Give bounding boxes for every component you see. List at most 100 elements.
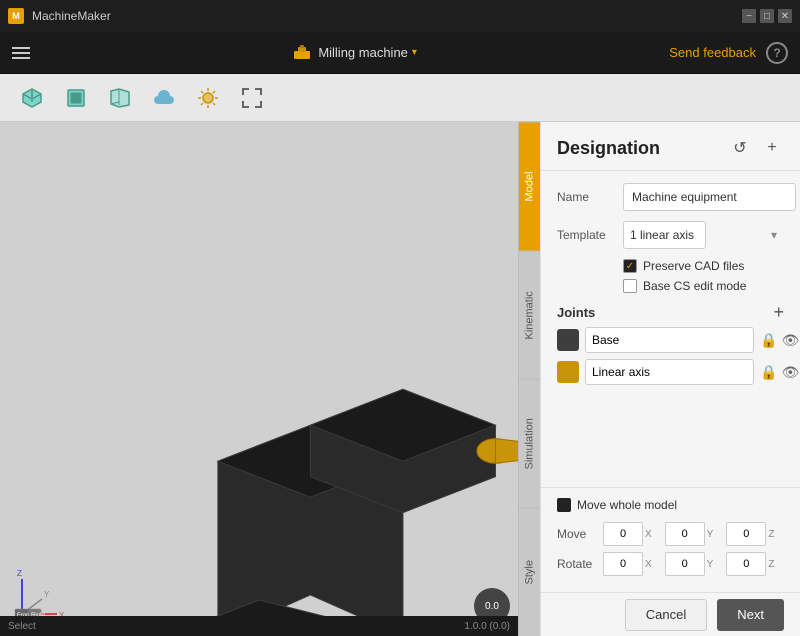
expand-button[interactable]	[236, 82, 268, 114]
axes-icon: Z X Y Front Right	[12, 564, 72, 624]
cube-front-icon	[64, 86, 88, 110]
panel-content: Name Template 1 linear axis 2 linear axe…	[541, 171, 800, 487]
rotate-z-input[interactable]	[726, 552, 766, 576]
move-whole-model-row: Move whole model	[557, 498, 784, 512]
view-front-button[interactable]	[60, 82, 92, 114]
refresh-button[interactable]: ↺	[728, 136, 752, 160]
joints-label: Joints	[557, 305, 595, 320]
rotate-y-group: Y	[665, 552, 723, 576]
move-y-group: Y	[665, 522, 723, 546]
header-right: Send feedback ?	[669, 42, 788, 64]
next-button[interactable]: Next	[717, 599, 784, 631]
move-whole-model-icon	[557, 498, 571, 512]
name-input[interactable]	[623, 183, 796, 211]
dropdown-arrow-icon: ▾	[412, 47, 417, 58]
close-button[interactable]: ✕	[778, 9, 792, 23]
joint-linear-input[interactable]	[585, 359, 754, 385]
maximize-button[interactable]: □	[760, 9, 774, 23]
panel-add-button[interactable]: +	[760, 136, 784, 160]
tab-model[interactable]: Model	[519, 122, 540, 251]
tab-style[interactable]: Style	[519, 508, 540, 636]
joint-linear-item: 🔒 👁 −	[557, 359, 784, 385]
cancel-button[interactable]: Cancel	[625, 599, 707, 631]
cloud-icon	[152, 86, 176, 110]
joint-base-item: 🔒 👁	[557, 327, 784, 353]
base-cs-label: Base CS edit mode	[643, 279, 746, 293]
help-button[interactable]: ?	[766, 42, 788, 64]
joint-base-eye-icon[interactable]: 👁	[781, 332, 799, 349]
move-x-label: X	[645, 529, 655, 540]
machine-3d-view	[0, 122, 518, 636]
template-label: Template	[557, 228, 615, 242]
preserve-cad-row: Preserve CAD files	[623, 259, 784, 273]
expand-icon	[240, 86, 264, 110]
rotate-x-group: X	[603, 552, 661, 576]
joint-linear-lock-icon[interactable]: 🔒	[760, 364, 777, 381]
rotate-y-label: Y	[707, 559, 717, 570]
tab-kinematic[interactable]: Kinematic	[519, 251, 540, 380]
header-center: Milling machine ▾	[292, 43, 417, 63]
template-select[interactable]: 1 linear axis 2 linear axes 3 linear axe…	[623, 221, 706, 249]
sun-icon	[196, 86, 220, 110]
move-transform-row: Move X Y Z	[557, 522, 784, 546]
cloud-button[interactable]	[148, 82, 180, 114]
machine-selector[interactable]: Milling machine ▾	[318, 45, 417, 60]
app-name: MachineMaker	[32, 9, 111, 23]
rotate-z-label: Z	[768, 559, 778, 570]
preserve-cad-checkbox[interactable]	[623, 259, 637, 273]
move-label: Move	[557, 527, 599, 541]
base-cs-checkbox[interactable]	[623, 279, 637, 293]
rotate-label: Rotate	[557, 557, 599, 571]
rotate-x-label: X	[645, 559, 655, 570]
move-z-label: Z	[768, 529, 778, 540]
view-iso-button[interactable]	[16, 82, 48, 114]
name-label: Name	[557, 190, 615, 204]
template-field-row: Template 1 linear axis 2 linear axes 3 l…	[557, 221, 784, 249]
vertical-tabs: Model Kinematic Simulation Style	[518, 122, 540, 636]
minimize-button[interactable]: −	[742, 9, 756, 23]
rotate-z-group: Z	[726, 552, 784, 576]
rotate-y-input[interactable]	[665, 552, 705, 576]
machine-name: Milling machine	[318, 45, 408, 60]
header-left	[12, 47, 40, 59]
joints-section-header: Joints +	[557, 303, 784, 321]
statusbar-left: Select	[8, 621, 36, 632]
move-whole-model-label: Move whole model	[577, 498, 677, 512]
joint-base-color	[557, 329, 579, 351]
joint-linear-color	[557, 361, 579, 383]
machine-icon	[292, 43, 312, 63]
camera-value: 0.0	[485, 601, 499, 612]
checkboxes-group: Preserve CAD files Base CS edit mode	[623, 259, 784, 293]
transform-section: Move whole model Move X Y Z	[541, 487, 800, 592]
statusbar: Select 1.0.0 (0.0)	[0, 616, 518, 636]
rotate-x-input[interactable]	[603, 552, 643, 576]
footer: Cancel Next	[541, 592, 800, 636]
move-x-group: X	[603, 522, 661, 546]
titlebar-left: M MachineMaker	[8, 8, 111, 24]
preserve-cad-label: Preserve CAD files	[643, 259, 744, 273]
joint-base-input[interactable]	[585, 327, 754, 353]
window-controls[interactable]: − □ ✕	[742, 9, 792, 23]
svg-text:Y: Y	[44, 590, 50, 599]
move-z-input[interactable]	[726, 522, 766, 546]
view-side-button[interactable]	[104, 82, 136, 114]
base-cs-row: Base CS edit mode	[623, 279, 784, 293]
app-icon: M	[8, 8, 24, 24]
header: Milling machine ▾ Send feedback ?	[0, 32, 800, 74]
panel-header-actions: ↺ +	[728, 136, 784, 160]
tab-simulation[interactable]: Simulation	[519, 379, 540, 508]
send-feedback-button[interactable]: Send feedback	[669, 45, 756, 60]
joints-add-button[interactable]: +	[773, 303, 784, 321]
joint-linear-eye-icon[interactable]: 👁	[781, 364, 799, 381]
right-panel: Designation ↺ + Name Template 1 linear a…	[540, 122, 800, 636]
cube-back-icon	[108, 86, 132, 110]
toolbar	[0, 74, 800, 122]
panel-header: Designation ↺ +	[541, 122, 800, 171]
move-y-input[interactable]	[665, 522, 705, 546]
menu-button[interactable]	[12, 47, 30, 59]
joint-base-lock-icon[interactable]: 🔒	[760, 332, 777, 349]
titlebar: M MachineMaker − □ ✕	[0, 0, 800, 32]
viewport-3d[interactable]: Z X Y Front Right 0.0 Select 1.0.0 (0.0)	[0, 122, 518, 636]
sun-button[interactable]	[192, 82, 224, 114]
move-x-input[interactable]	[603, 522, 643, 546]
